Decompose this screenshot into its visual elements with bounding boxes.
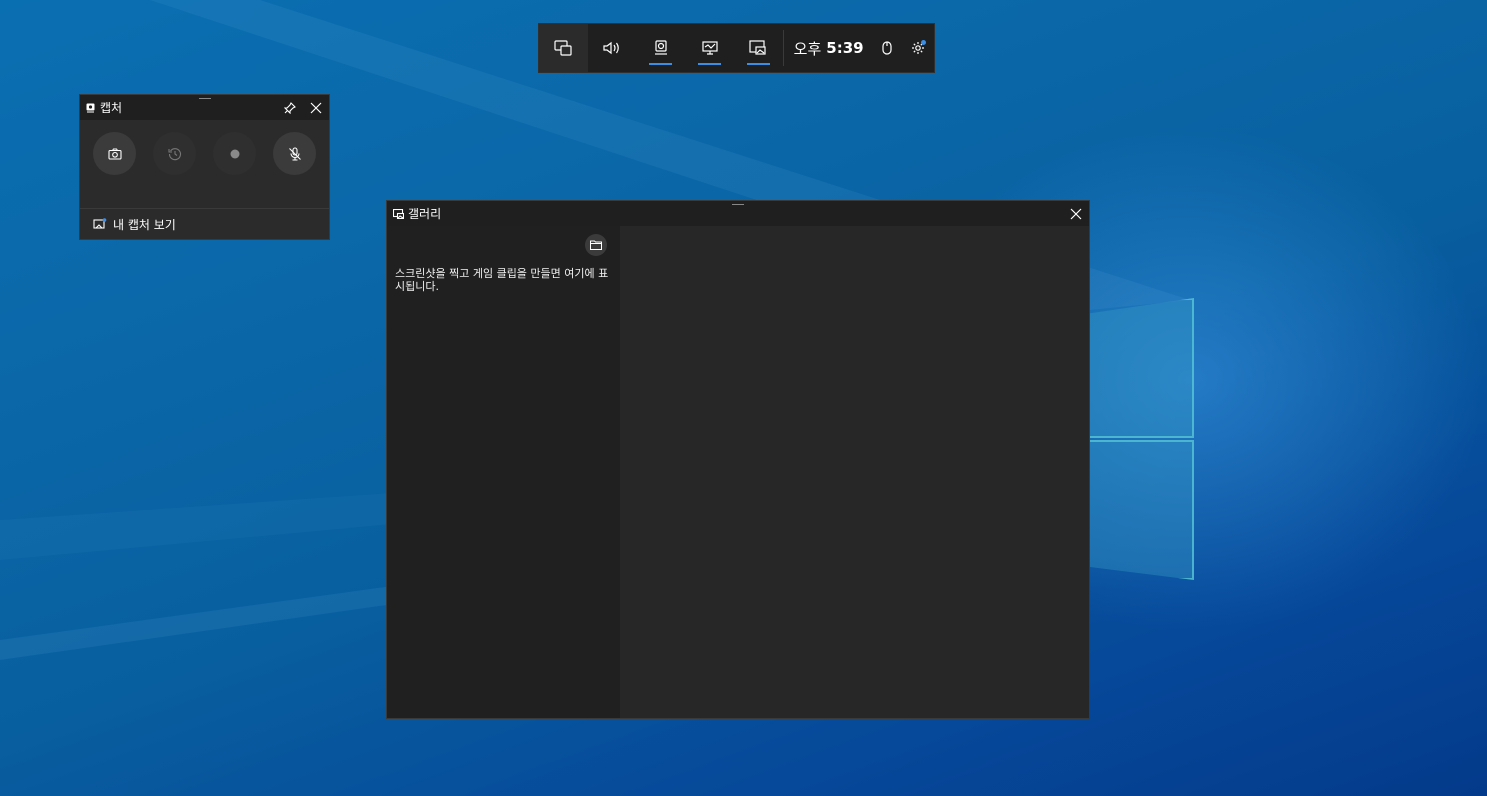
clock: 오후 5:39 <box>784 24 872 72</box>
view-captures-label: 내 캡처 보기 <box>113 217 176 232</box>
record-last-button[interactable] <box>153 132 196 175</box>
record-button[interactable] <box>213 132 256 175</box>
drag-handle[interactable] <box>732 204 744 205</box>
capture-widget-button[interactable] <box>636 24 685 72</box>
performance-icon <box>701 41 718 55</box>
close-icon <box>1070 208 1082 219</box>
record-last-icon <box>167 147 181 160</box>
open-folder-button[interactable] <box>585 234 607 256</box>
capture-buttons <box>80 120 329 175</box>
gallery-widget-button[interactable] <box>734 24 783 72</box>
capture-widget: 캡처 내 캡처 보기 <box>79 94 330 240</box>
capture-title: 캡처 <box>100 101 123 115</box>
gallery-icon <box>749 40 766 55</box>
game-bar: 오후 5:39 <box>538 23 935 73</box>
close-button[interactable] <box>1063 201 1089 226</box>
gallery-title: 갤러리 <box>408 207 442 221</box>
gallery-list-pane: 스크린샷을 찍고 게임 클립을 만들면 여기에 표시됩니다. <box>387 226 620 718</box>
gallery-preview-pane <box>620 226 1089 718</box>
view-captures-link[interactable]: 내 캡처 보기 <box>80 208 329 239</box>
time-prefix: 오후 <box>793 39 822 58</box>
notification-dot <box>920 40 926 45</box>
audio-widget-button[interactable] <box>588 24 637 72</box>
empty-gallery-message: 스크린샷을 찍고 게임 클립을 만들면 여기에 표시됩니다. <box>395 267 609 293</box>
widget-menu-icon <box>554 40 572 56</box>
mouse-button[interactable] <box>872 24 903 72</box>
time-value: 5:39 <box>826 39 864 57</box>
settings-button[interactable] <box>903 24 934 72</box>
screenshot-button[interactable] <box>93 132 136 175</box>
capture-icon <box>654 40 667 55</box>
capture-title-bar[interactable]: 캡처 <box>80 95 329 120</box>
drag-handle[interactable] <box>198 98 211 99</box>
folder-icon <box>590 240 602 250</box>
mic-off-icon <box>288 146 301 161</box>
capture-icon <box>86 103 95 112</box>
close-button[interactable] <box>303 95 329 120</box>
pin-button[interactable] <box>277 95 303 120</box>
gallery-title-bar[interactable]: 갤러리 <box>387 201 1089 226</box>
gallery-window: 갤러리 스크린샷을 찍고 게임 클립을 만들면 여기에 표시됩니다. <box>386 200 1090 719</box>
mouse-icon <box>882 41 892 55</box>
pin-icon <box>284 101 296 114</box>
gallery-icon <box>393 208 404 219</box>
camera-icon <box>107 147 122 160</box>
widget-menu-button[interactable] <box>539 24 588 72</box>
close-icon <box>310 102 322 113</box>
microphone-toggle-button[interactable] <box>273 132 316 175</box>
performance-widget-button[interactable] <box>685 24 734 72</box>
gallery-icon <box>93 218 107 229</box>
audio-icon <box>603 41 619 55</box>
record-dot-icon <box>230 149 239 158</box>
